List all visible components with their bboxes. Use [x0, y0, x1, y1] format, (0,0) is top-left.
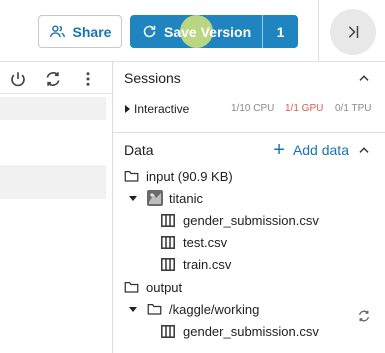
refresh-icon[interactable] — [357, 309, 371, 323]
folder-icon — [124, 282, 139, 293]
file-name: test.csv — [183, 234, 228, 250]
code-cell[interactable] — [0, 97, 106, 120]
table-icon — [161, 213, 175, 227]
tree-input-folder[interactable]: input (90.9 KB) — [124, 166, 233, 186]
chevron-up-icon[interactable] — [357, 71, 371, 85]
file-name: gender_submission.csv — [183, 323, 319, 339]
file-name: gender_submission.csv — [183, 212, 319, 228]
share-button[interactable]: Share — [38, 15, 122, 48]
more-vertical-icon — [86, 72, 90, 86]
editor-area — [0, 62, 112, 353]
sessions-title: Sessions — [124, 70, 181, 86]
collapse-panel-button[interactable] — [330, 9, 376, 55]
session-name: Interactive — [134, 102, 190, 116]
data-header: Data + Add data — [113, 135, 385, 165]
table-icon — [161, 257, 175, 271]
editor-toolbar — [0, 62, 112, 94]
add-data-button[interactable]: + Add data — [273, 139, 349, 161]
save-refresh-icon — [143, 25, 156, 38]
cpu-usage: 1/10 CPU — [231, 103, 275, 114]
section-divider — [113, 132, 385, 133]
header-divider — [318, 0, 319, 62]
sync-icon — [46, 72, 60, 86]
data-title: Data — [124, 142, 154, 158]
share-label: Share — [72, 23, 112, 40]
table-icon — [161, 235, 175, 249]
dataset-thumbnail-icon — [147, 190, 163, 206]
tree-file[interactable]: gender_submission.csv — [161, 210, 319, 230]
table-icon — [161, 324, 175, 338]
input-folder-label: input (90.9 KB) — [146, 168, 233, 184]
sessions-header[interactable]: Sessions — [113, 63, 385, 93]
folder-icon — [147, 304, 162, 315]
dataset-name: titanic — [169, 190, 203, 206]
more-options-button[interactable] — [77, 68, 99, 90]
output-folder-label: output — [146, 279, 183, 295]
collapse-panel-icon — [348, 26, 359, 38]
tree-file[interactable]: train.csv — [161, 254, 231, 274]
add-data-label: Add data — [292, 142, 349, 158]
caret-down-icon[interactable] — [129, 195, 137, 201]
caret-down-icon[interactable] — [129, 306, 137, 312]
version-count-button[interactable]: 1 — [262, 15, 298, 48]
save-version-button[interactable]: Save Version — [130, 15, 262, 48]
save-version-group: Save Version 1 — [130, 15, 298, 48]
expand-triangle-icon[interactable] — [125, 105, 130, 113]
tree-working-dir[interactable]: /kaggle/working — [129, 299, 259, 319]
sync-button[interactable] — [42, 68, 64, 90]
tree-dataset-titanic[interactable]: titanic — [129, 188, 203, 208]
plus-icon: + — [273, 139, 285, 161]
gpu-usage: 1/1 GPU — [285, 103, 324, 114]
power-icon — [11, 72, 25, 87]
tree-file[interactable]: gender_submission.csv — [161, 321, 319, 341]
chevron-up-icon[interactable] — [357, 143, 371, 157]
session-row-interactive[interactable]: Interactive 1/10 CPU 1/1 GPU 0/1 TPU — [113, 98, 385, 120]
tpu-usage: 0/1 TPU — [335, 103, 372, 114]
tree-output-folder[interactable]: output — [124, 277, 182, 297]
folder-icon — [124, 171, 139, 182]
tree-file[interactable]: test.csv — [161, 232, 227, 252]
file-name: train.csv — [183, 256, 232, 272]
share-users-icon — [49, 25, 65, 38]
editor-header: Share Save Version 1 — [0, 0, 385, 62]
save-version-label: Save Version — [164, 23, 252, 40]
power-button[interactable] — [7, 68, 29, 90]
code-cell[interactable] — [0, 165, 106, 199]
working-dir-label: /kaggle/working — [169, 301, 260, 317]
side-panel: Sessions Interactive 1/10 CPU 1/1 GPU 0/… — [113, 62, 385, 353]
